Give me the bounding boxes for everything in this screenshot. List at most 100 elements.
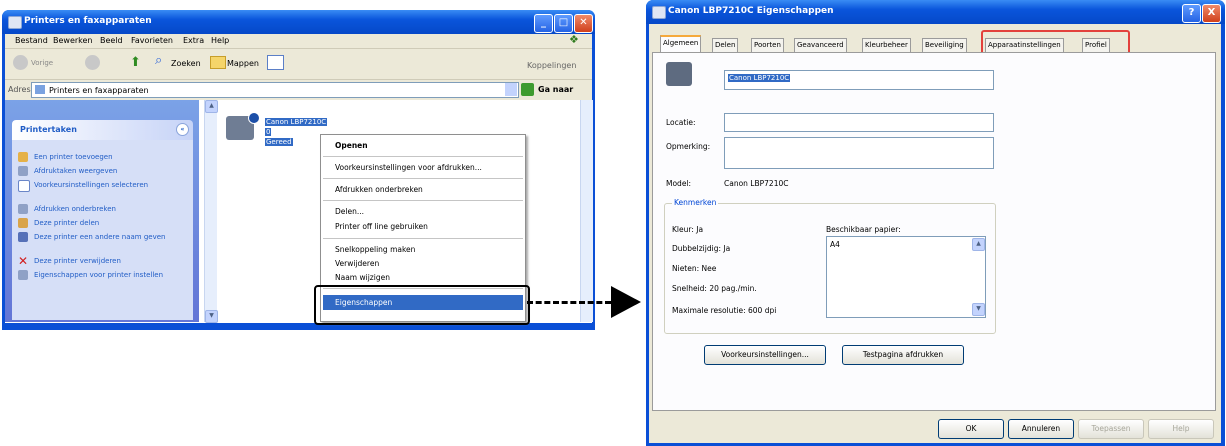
preferences-icon <box>18 180 30 192</box>
test-page-button[interactable]: Testpagina afdrukken <box>842 345 964 365</box>
properties-icon <box>18 270 28 280</box>
cancel-button[interactable]: Annuleren <box>1008 419 1074 439</box>
printer-name-label[interactable]: Canon LBP7210C <box>265 118 328 126</box>
tab-beveiliging[interactable]: Beveiliging <box>922 38 967 53</box>
location-label: Locatie: <box>666 118 696 127</box>
menu-item-shortcut[interactable]: Snelkoppeling maken <box>335 245 415 254</box>
task-preferences[interactable]: Voorkeursinstellingen selecteren <box>34 181 174 189</box>
close-button[interactable]: X <box>1202 4 1221 23</box>
menu-favorieten[interactable]: Favorieten <box>131 36 173 45</box>
resolution-feature: Maximale resolutie: 600 dpi <box>672 306 777 315</box>
task-view-queue[interactable]: Afdruktaken weergeven <box>34 167 174 175</box>
apply-button[interactable]: Toepassen <box>1078 419 1144 439</box>
search-label[interactable]: Zoeken <box>171 59 201 68</box>
menu-extra[interactable]: Extra <box>183 36 204 45</box>
menu-beeld[interactable]: Beeld <box>100 36 123 45</box>
tab-poorten[interactable]: Poorten <box>751 38 784 53</box>
menu-bewerken[interactable]: Bewerken <box>53 36 93 45</box>
scroll-down-icon[interactable]: ▼ <box>205 310 218 323</box>
menu-bestand[interactable]: Bestand <box>15 36 48 45</box>
scroll-up-icon[interactable]: ▲ <box>972 238 985 251</box>
printer-folder-icon <box>8 16 22 29</box>
tasks-scrollbar[interactable]: ▲ ▼ <box>204 100 218 323</box>
menu-separator <box>323 200 523 201</box>
model-label: Model: <box>666 179 692 188</box>
task-delete[interactable]: Deze printer verwijderen <box>34 257 174 265</box>
speed-feature: Snelheid: 20 pag./min. <box>672 284 757 293</box>
task-pause[interactable]: Afdrukken onderbreken <box>34 205 174 213</box>
scroll-up-icon[interactable]: ▲ <box>205 100 218 113</box>
up-folder-icon[interactable]: ⬆ <box>130 55 141 70</box>
address-bar: Adres Printers en faxapparaten Ga naar <box>5 80 592 100</box>
folders-label[interactable]: Mappen <box>227 59 259 68</box>
views-icon[interactable] <box>267 55 284 70</box>
chevron-down-icon[interactable] <box>505 83 517 96</box>
printer-count-label: 0 <box>265 128 272 136</box>
add-printer-icon <box>18 152 28 162</box>
links-label[interactable]: Koppelingen <box>527 61 576 70</box>
menu-item-offline[interactable]: Printer off line gebruiken <box>335 222 428 231</box>
task-share[interactable]: Deze printer delen <box>34 219 174 227</box>
menu-item-preferences[interactable]: Voorkeursinstellingen voor afdrukken... <box>335 163 482 172</box>
printer-name-field[interactable]: Canon LBP7210C <box>724 70 994 90</box>
address-input[interactable]: Printers en faxapparaten <box>31 82 519 98</box>
default-check-icon <box>248 112 260 124</box>
go-label[interactable]: Ga naar <box>538 85 573 94</box>
help-title-button[interactable]: ? <box>1182 4 1201 23</box>
printer-name-value: Canon LBP7210C <box>728 74 791 82</box>
printer-folder-icon <box>35 85 45 94</box>
menu-help[interactable]: Help <box>211 36 229 45</box>
menu-item-open[interactable]: Openen <box>335 141 368 150</box>
help-button[interactable]: Help <box>1148 419 1214 439</box>
menu-item-share[interactable]: Delen... <box>335 207 364 216</box>
highlight-frame <box>314 285 530 325</box>
explorer-title: Printers en faxapparaten <box>24 16 152 26</box>
printer-icon <box>666 62 692 86</box>
location-field[interactable] <box>724 113 994 132</box>
folders-icon[interactable] <box>210 56 226 69</box>
scroll-down-icon[interactable]: ▼ <box>972 303 985 316</box>
menu-item-delete[interactable]: Verwijderen <box>335 259 379 268</box>
minimize-button[interactable]: _ <box>534 14 553 33</box>
duplex-feature: Dubbelzijdig: Ja <box>672 244 731 253</box>
color-feature: Kleur: Ja <box>672 225 704 234</box>
menu-separator <box>323 156 523 157</box>
features-label: Kenmerken <box>672 198 719 207</box>
windows-logo-icon: ❖ <box>569 33 579 46</box>
back-label[interactable]: Vorige <box>31 59 53 67</box>
rename-icon <box>18 232 28 242</box>
paper-list[interactable]: A4 ▲ ▼ <box>826 236 986 318</box>
preferences-button[interactable]: Voorkeursinstellingen... <box>704 345 826 365</box>
menu-item-rename[interactable]: Naam wijzigen <box>335 273 390 282</box>
staple-feature: Nieten: Nee <box>672 264 717 273</box>
maximize-button[interactable]: □ <box>554 14 573 33</box>
pause-printer-icon <box>18 204 28 214</box>
share-icon <box>18 218 28 228</box>
menu-item-pause[interactable]: Afdrukken onderbreken <box>335 185 423 194</box>
paper-item[interactable]: A4 <box>830 240 840 249</box>
task-rename[interactable]: Deze printer een andere naam geven <box>34 233 174 241</box>
properties-title: Canon LBP7210C Eigenschappen <box>668 6 834 16</box>
printer-status-label: Gereed <box>265 138 293 146</box>
explorer-toolbar: Vorige ⬆ ⌕ Zoeken Mappen Koppelingen <box>5 49 592 80</box>
comment-label: Opmerking: <box>666 142 711 151</box>
content-scrollbar[interactable] <box>580 100 593 322</box>
task-add-printer[interactable]: Een printer toevoegen <box>34 153 174 161</box>
close-button[interactable]: ✕ <box>574 14 593 33</box>
collapse-icon[interactable]: « <box>176 123 189 136</box>
tasks-title: Printertaken <box>20 125 77 134</box>
paper-label: Beschikbaar papier: <box>826 225 901 234</box>
task-properties[interactable]: Eigenschappen voor printer instellen <box>34 271 174 279</box>
tab-geavanceerd[interactable]: Geavanceerd <box>794 38 847 53</box>
tab-kleurbeheer[interactable]: Kleurbeheer <box>862 38 911 53</box>
tasks-header[interactable]: Printertaken « <box>12 120 193 140</box>
tab-delen[interactable]: Delen <box>712 38 739 53</box>
search-icon[interactable]: ⌕ <box>155 53 162 68</box>
ok-button[interactable]: OK <box>938 419 1004 439</box>
comment-field[interactable] <box>724 137 994 169</box>
forward-icon[interactable] <box>85 55 100 70</box>
explorer-titlebar: Printers en faxapparaten _ □ ✕ <box>2 10 595 34</box>
go-arrow-icon[interactable] <box>521 83 534 96</box>
back-icon[interactable] <box>13 55 28 70</box>
menu-separator <box>323 238 523 239</box>
